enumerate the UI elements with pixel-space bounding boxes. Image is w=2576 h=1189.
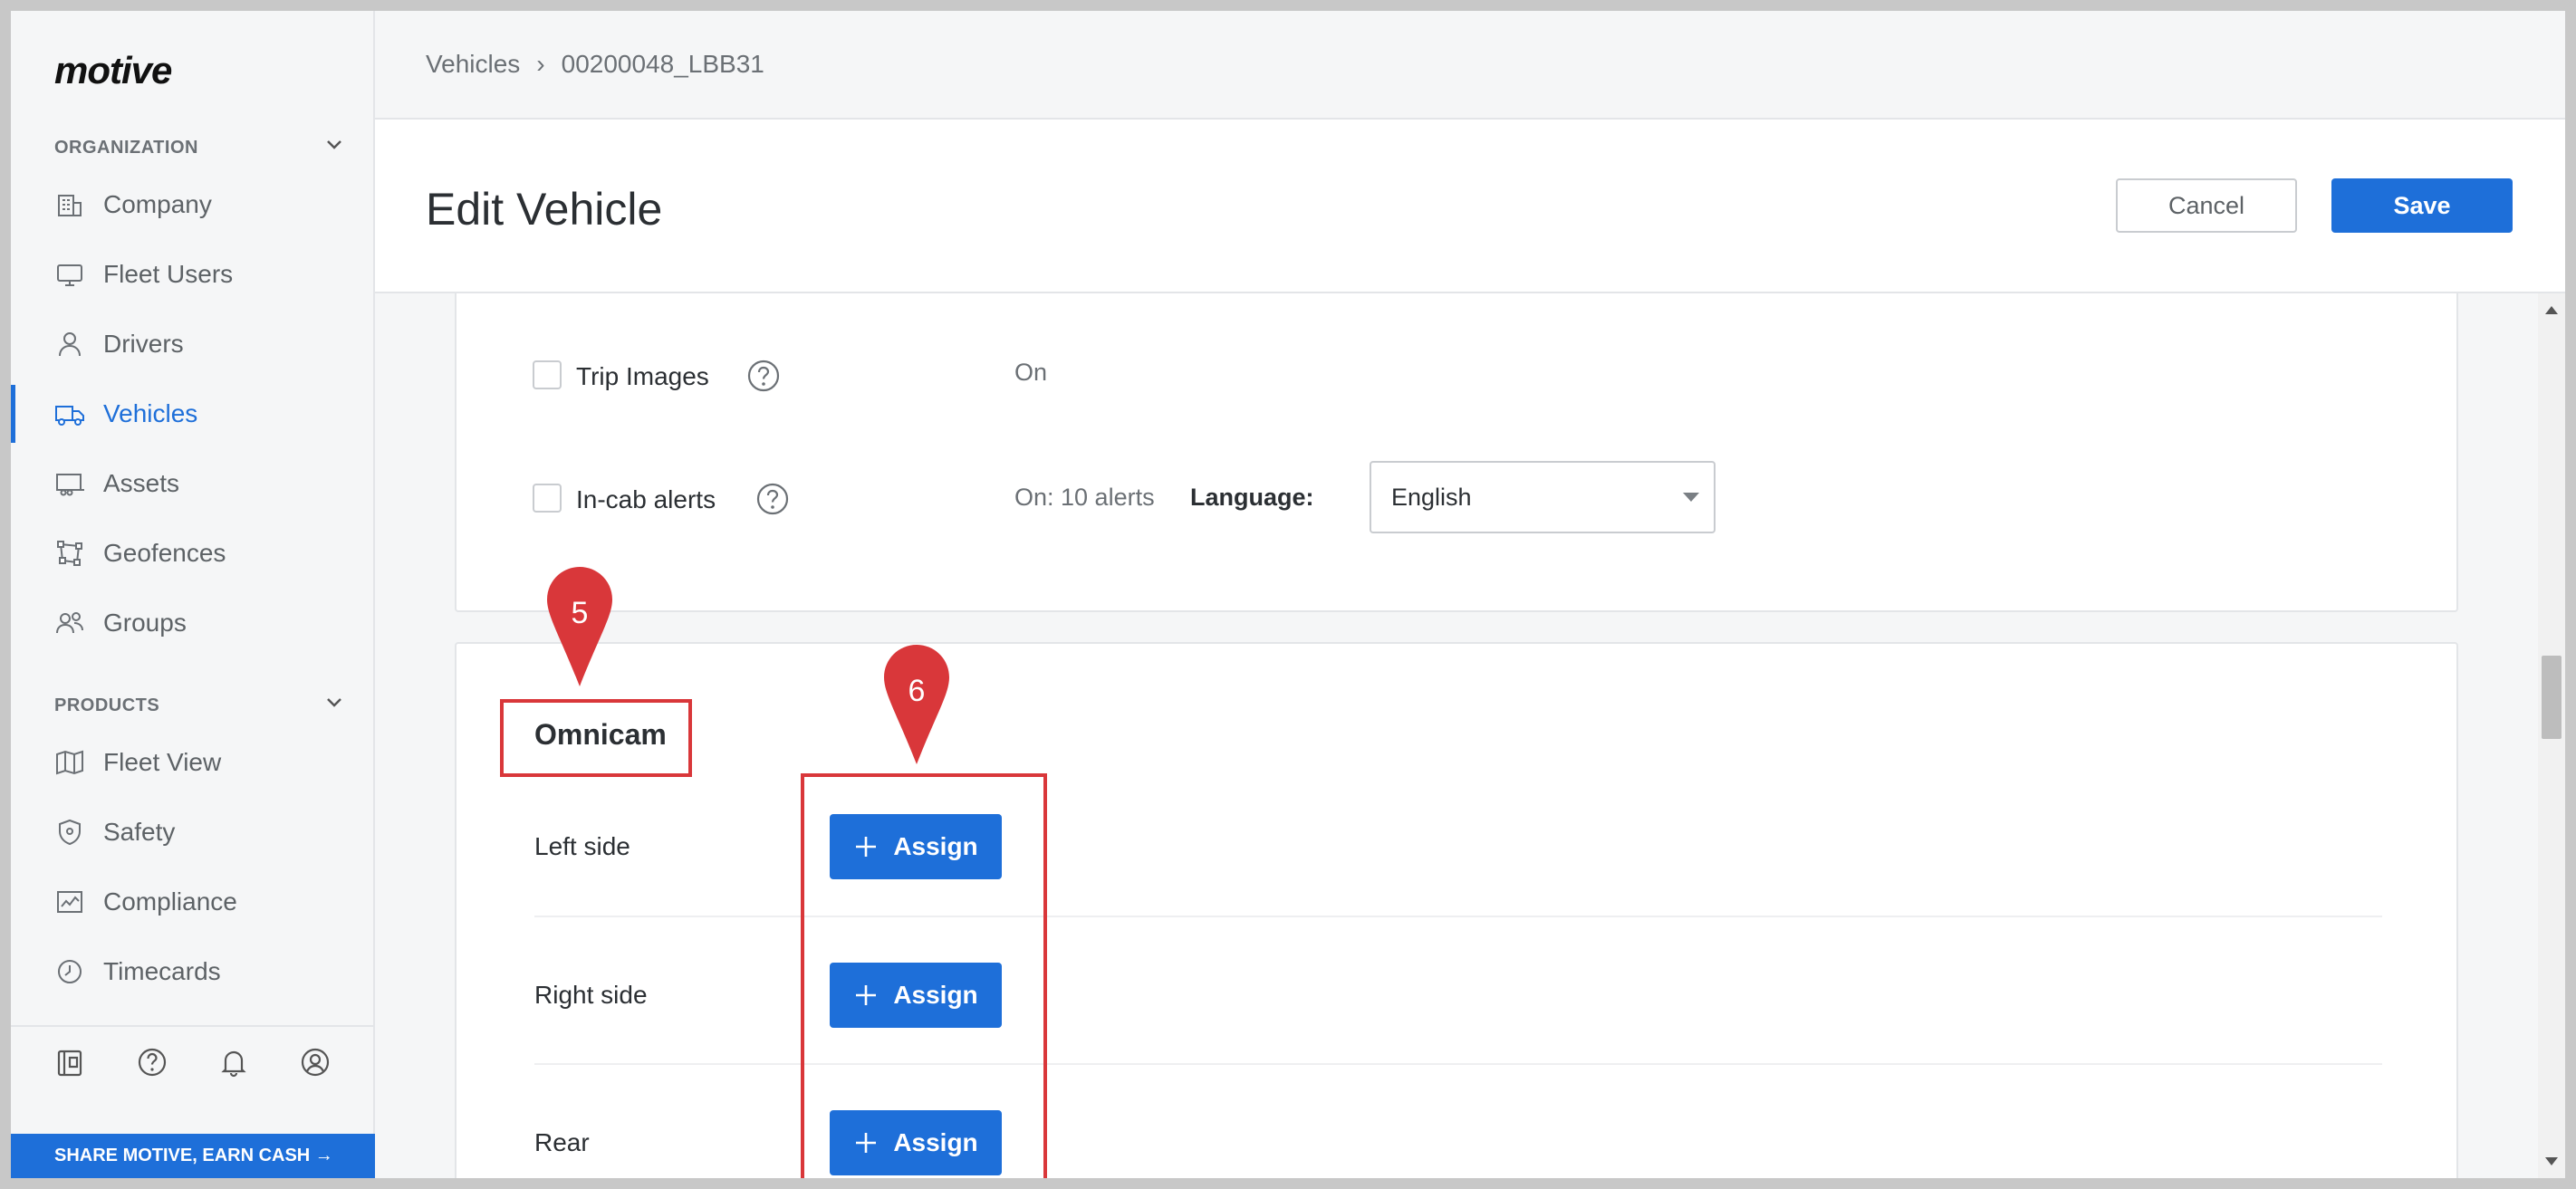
sidebar-item-label: Fleet View <box>103 748 222 776</box>
building-icon <box>54 189 85 220</box>
sidebar-item-label: Drivers <box>103 330 184 358</box>
sidebar-item-compliance[interactable]: Compliance <box>11 873 373 931</box>
language-select-value: English <box>1391 483 1472 511</box>
trailer-icon <box>54 468 85 499</box>
geofence-icon <box>54 538 85 569</box>
sidebar-item-label: Timecards <box>103 957 221 985</box>
sidebar-item-label: Compliance <box>103 887 237 916</box>
clock-icon <box>54 956 85 987</box>
omnicam-card: Omnicam Left side Assign Right side Assi… <box>455 642 2458 1178</box>
products-heading-label: PRODUCTS <box>54 695 160 715</box>
sidebar-item-fleet-view[interactable]: Fleet View <box>11 734 373 791</box>
sidebar: motive ORGANIZATION Company Fleet Users … <box>11 11 375 1178</box>
bell-icon[interactable] <box>217 1046 250 1079</box>
scroll-up-arrow-icon[interactable] <box>2545 306 2558 314</box>
annotation-number-6: 6 <box>908 674 926 708</box>
organization-section-heading[interactable]: ORGANIZATION <box>54 138 344 158</box>
breadcrumb-vehicles-link[interactable]: Vehicles <box>426 50 520 79</box>
organization-heading-label: ORGANIZATION <box>54 138 198 158</box>
cancel-button[interactable]: Cancel <box>2116 178 2297 233</box>
monitor-icon <box>54 259 85 290</box>
chevron-down-icon[interactable] <box>324 134 344 154</box>
sidebar-item-company[interactable]: Company <box>11 176 373 234</box>
map-icon <box>54 747 85 778</box>
person-icon <box>54 329 85 360</box>
right-side-label: Right side <box>534 981 648 1009</box>
sidebar-footer-icons <box>11 1025 373 1098</box>
sidebar-item-label: Vehicles <box>103 399 198 427</box>
vertical-scrollbar[interactable] <box>2538 293 2565 1178</box>
sidebar-item-label: Company <box>103 190 212 218</box>
sidebar-item-label: Groups <box>103 609 187 637</box>
page-title: Edit Vehicle <box>426 184 663 235</box>
sidebar-item-vehicles[interactable]: Vehicles <box>11 385 373 443</box>
motive-logo[interactable]: motive <box>54 49 172 92</box>
group-icon <box>54 608 85 638</box>
language-label: Language: <box>1190 484 1314 511</box>
sidebar-item-label: Fleet Users <box>103 260 234 288</box>
sidebar-item-assets[interactable]: Assets <box>11 455 373 513</box>
share-motive-banner[interactable]: SHARE MOTIVE, EARN CASH → <box>11 1134 375 1178</box>
left-side-label: Left side <box>534 832 630 860</box>
help-icon[interactable] <box>746 359 781 393</box>
breadcrumb: Vehicles › 00200048_LBB31 <box>375 11 2565 120</box>
settings-card: Trip Images On In-cab alerts On: 10 aler… <box>455 293 2458 612</box>
sidebar-item-label: Safety <box>103 818 176 846</box>
incab-alerts-value: On: 10 alerts <box>1014 484 1155 511</box>
trip-images-label: Trip Images <box>576 362 709 390</box>
scrollbar-thumb[interactable] <box>2542 656 2562 739</box>
page-header: Edit Vehicle Cancel Save <box>375 120 2565 293</box>
sidebar-item-safety[interactable]: Safety <box>11 803 373 861</box>
products-section-heading[interactable]: PRODUCTS <box>54 695 344 716</box>
app-window: motive ORGANIZATION Company Fleet Users … <box>11 11 2565 1178</box>
sidebar-item-geofences[interactable]: Geofences <box>11 524 373 582</box>
annotation-box-omnicam <box>500 699 692 777</box>
truck-icon <box>54 398 85 429</box>
wallet-icon[interactable] <box>54 1046 87 1079</box>
shield-icon <box>54 817 85 848</box>
incab-alerts-label: In-cab alerts <box>576 485 716 513</box>
trip-images-checkbox[interactable] <box>533 360 562 389</box>
breadcrumb-current: 00200048_LBB31 <box>561 50 764 78</box>
help-icon[interactable] <box>755 482 790 516</box>
caret-down-icon <box>1683 493 1699 502</box>
sidebar-item-drivers[interactable]: Drivers <box>11 315 373 373</box>
sidebar-item-groups[interactable]: Groups <box>11 594 373 652</box>
trip-images-value: On <box>1014 359 1048 386</box>
sidebar-item-fleet-users[interactable]: Fleet Users <box>11 245 373 303</box>
scroll-down-arrow-icon[interactable] <box>2545 1157 2558 1165</box>
breadcrumb-separator: › <box>536 50 545 78</box>
help-icon[interactable] <box>136 1046 168 1079</box>
sidebar-item-label: Geofences <box>103 539 226 567</box>
rear-label: Rear <box>534 1128 590 1156</box>
main-content: Trip Images On In-cab alerts On: 10 aler… <box>375 293 2565 1178</box>
language-select[interactable]: English <box>1370 461 1716 533</box>
sidebar-item-label: Assets <box>103 469 180 497</box>
chevron-down-icon[interactable] <box>324 692 344 712</box>
sidebar-item-timecards[interactable]: Timecards <box>11 943 373 1001</box>
chart-icon <box>54 887 85 917</box>
incab-alerts-checkbox[interactable] <box>533 484 562 513</box>
annotation-number-5: 5 <box>571 596 589 630</box>
user-circle-icon[interactable] <box>299 1046 332 1079</box>
annotation-box-assign-buttons <box>801 773 1047 1178</box>
save-button[interactable]: Save <box>2331 178 2513 233</box>
